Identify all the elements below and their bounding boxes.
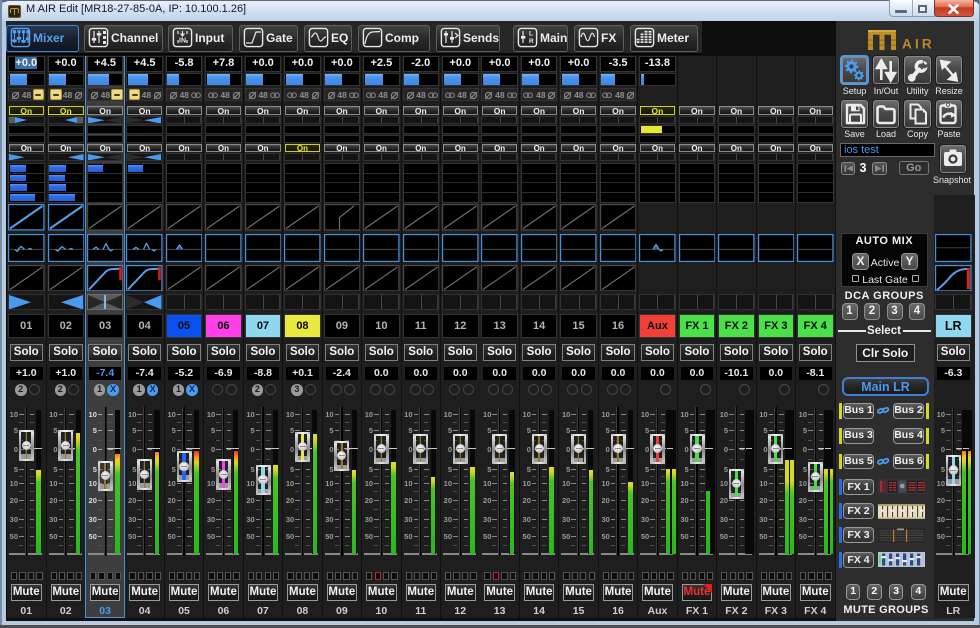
svg-text:IN: IN	[179, 38, 186, 45]
svg-text:L: L	[529, 31, 533, 38]
svg-text:R: R	[529, 38, 534, 45]
svg-text:AIR: AIR	[902, 37, 935, 52]
